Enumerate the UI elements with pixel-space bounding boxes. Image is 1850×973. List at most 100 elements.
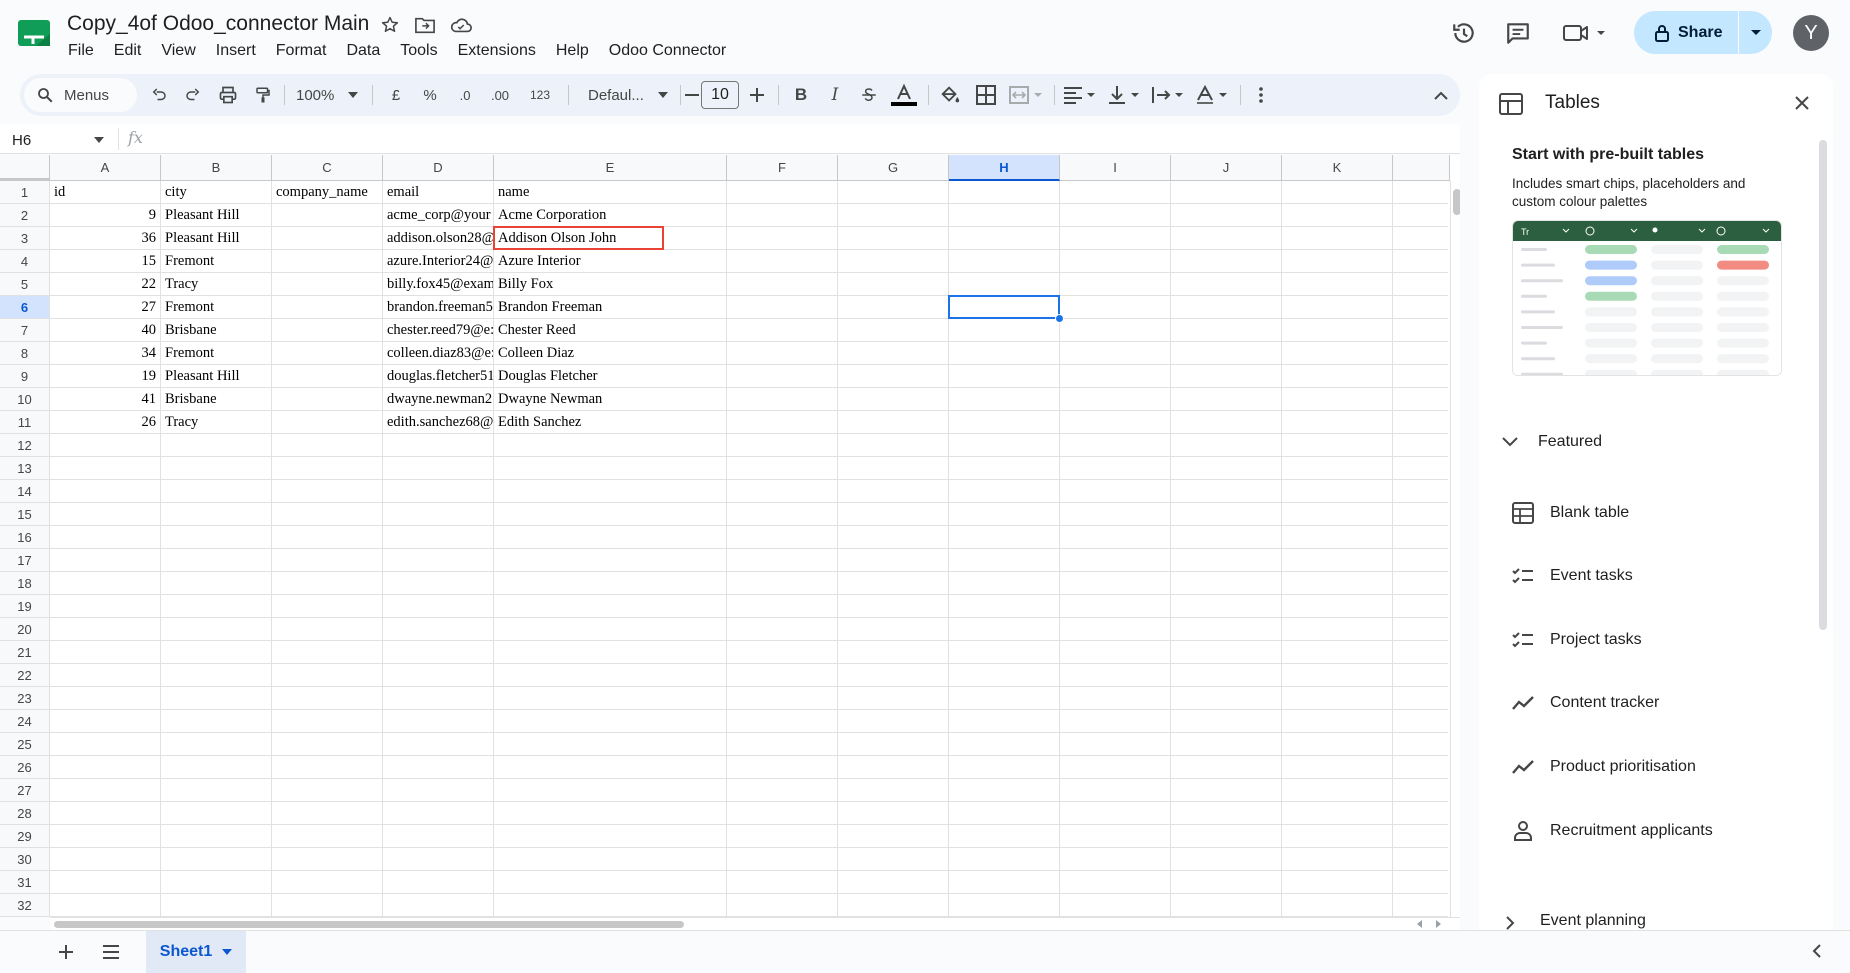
column-header-i[interactable]: I — [1060, 155, 1171, 181]
chevron-down-icon[interactable] — [1501, 436, 1519, 448]
template-blank-table[interactable]: Blank table — [1512, 498, 1629, 528]
fill-handle[interactable] — [1055, 314, 1064, 323]
row-header-18[interactable]: 18 — [0, 572, 50, 595]
zoom-select[interactable]: 100% — [288, 74, 360, 116]
vertical-scrollbar[interactable] — [1450, 181, 1460, 917]
row-header-23[interactable]: 23 — [0, 687, 50, 710]
merge-cells-icon[interactable] — [1006, 74, 1046, 116]
cell-d1[interactable]: email — [383, 181, 493, 203]
cell-a9[interactable]: 19 — [50, 365, 160, 387]
cell-e7[interactable]: Chester Reed — [494, 319, 727, 341]
strikethrough-icon[interactable] — [854, 74, 884, 116]
sheet-tab-sheet1[interactable]: Sheet1 — [146, 931, 246, 973]
cell-c9[interactable] — [272, 365, 382, 387]
comments-icon[interactable] — [1505, 20, 1531, 46]
cell-b1[interactable]: city — [161, 181, 271, 203]
cell-d3[interactable]: addison.olson28@ — [383, 227, 493, 249]
event-planning-section-toggle[interactable]: Event planning — [1540, 912, 1646, 930]
template-content-tracker[interactable]: Content tracker — [1512, 688, 1659, 718]
menu-format[interactable]: Format — [266, 40, 337, 62]
cell-d5[interactable]: billy.fox45@exam — [383, 273, 493, 295]
row-header-27[interactable]: 27 — [0, 779, 50, 802]
row-header-24[interactable]: 24 — [0, 710, 50, 733]
vertical-align-icon[interactable] — [1104, 74, 1144, 116]
cell-d2[interactable]: acme_corp@your — [383, 204, 493, 226]
row-header-17[interactable]: 17 — [0, 549, 50, 572]
horizontal-scrollbar[interactable] — [50, 917, 1460, 930]
scroll-left-icon[interactable] — [1416, 920, 1424, 928]
select-all-corner[interactable] — [0, 155, 50, 181]
decrease-decimal-button[interactable]: .0 — [450, 74, 480, 116]
menu-view[interactable]: View — [151, 40, 205, 62]
spreadsheet-grid[interactable]: ABCDEFGHIJK 1 2 3 4 5 6 7 8 9 10 11 12 13 14 15 16 17 18 1… — [0, 155, 1460, 917]
redo-icon[interactable] — [178, 74, 208, 116]
featured-section-toggle[interactable]: Featured — [1538, 433, 1602, 451]
cell-a2[interactable]: 9 — [50, 204, 160, 226]
cell-b2[interactable]: Pleasant Hill — [161, 204, 271, 226]
column-header-a[interactable]: A — [50, 155, 161, 181]
bold-icon[interactable]: B — [786, 74, 816, 116]
cell-a11[interactable]: 26 — [50, 411, 160, 433]
column-header-h[interactable]: H — [949, 155, 1060, 181]
cell-e8[interactable]: Colleen Diaz — [494, 342, 727, 364]
row-header-9[interactable]: 9 — [0, 365, 50, 388]
cell-b9[interactable]: Pleasant Hill — [161, 365, 271, 387]
side-panel-scrollbar[interactable] — [1819, 140, 1827, 630]
cell-c1[interactable]: company_name — [272, 181, 382, 203]
account-avatar[interactable]: Y — [1793, 15, 1829, 51]
cell-e2[interactable]: Acme Corporation — [494, 204, 727, 226]
cell-c7[interactable] — [272, 319, 382, 341]
menu-file[interactable]: File — [58, 40, 104, 62]
row-header-21[interactable]: 21 — [0, 641, 50, 664]
row-header-16[interactable]: 16 — [0, 526, 50, 549]
cell-a1[interactable]: id — [50, 181, 160, 203]
column-header-g[interactable]: G — [838, 155, 949, 181]
star-icon[interactable] — [380, 15, 400, 35]
move-folder-icon[interactable] — [414, 15, 436, 35]
menu-odoo-connector[interactable]: Odoo Connector — [599, 40, 736, 62]
document-title[interactable]: Copy_4of Odoo_connector Main — [67, 12, 369, 36]
cell-e4[interactable]: Azure Interior — [494, 250, 727, 272]
table-template-preview[interactable]: Tr — [1512, 220, 1782, 376]
collapse-toolbar-icon[interactable] — [1426, 74, 1456, 116]
template-event-tasks[interactable]: Event tasks — [1512, 561, 1633, 591]
menu-extensions[interactable]: Extensions — [448, 40, 546, 62]
row-header-29[interactable]: 29 — [0, 825, 50, 848]
cell-b7[interactable]: Brisbane — [161, 319, 271, 341]
menu-help[interactable]: Help — [546, 40, 599, 62]
cell-a6[interactable]: 27 — [50, 296, 160, 318]
cell-d9[interactable]: douglas.fletcher51 — [383, 365, 493, 387]
add-sheet-icon[interactable] — [58, 944, 74, 960]
increase-decimal-button[interactable]: .00 — [484, 74, 516, 116]
row-header-11[interactable]: 11 — [0, 411, 50, 434]
font-size-input[interactable]: 10 — [701, 81, 739, 109]
row-header-12[interactable]: 12 — [0, 434, 50, 457]
cell-e5[interactable]: Billy Fox — [494, 273, 727, 295]
vertical-scrollbar-thumb[interactable] — [1453, 189, 1460, 215]
share-button[interactable]: Share — [1634, 11, 1772, 54]
cell-a7[interactable]: 40 — [50, 319, 160, 341]
cell-c11[interactable] — [272, 411, 382, 433]
italic-icon[interactable]: I — [820, 74, 850, 116]
cell-c6[interactable] — [272, 296, 382, 318]
column-header-e[interactable]: E — [494, 155, 727, 181]
row-header-3[interactable]: 3 — [0, 227, 50, 250]
cell-b4[interactable]: Fremont — [161, 250, 271, 272]
increase-font-size-icon[interactable] — [744, 74, 770, 116]
cell-c3[interactable] — [272, 227, 382, 249]
more-options-icon[interactable] — [1246, 74, 1276, 116]
currency-format-button[interactable]: £ — [382, 74, 410, 116]
cell-c10[interactable] — [272, 388, 382, 410]
cell-d8[interactable]: colleen.diaz83@e: — [383, 342, 493, 364]
text-color-icon[interactable] — [888, 74, 920, 116]
row-header-30[interactable]: 30 — [0, 848, 50, 871]
paint-format-icon[interactable] — [248, 74, 278, 116]
chevron-left-icon[interactable] — [1812, 943, 1822, 959]
cell-a8[interactable]: 34 — [50, 342, 160, 364]
row-header-1[interactable]: 1 — [0, 181, 50, 204]
menu-data[interactable]: Data — [336, 40, 390, 62]
row-header-6[interactable]: 6 — [0, 296, 50, 319]
print-icon[interactable] — [213, 74, 243, 116]
cell-e9[interactable]: Douglas Fletcher — [494, 365, 727, 387]
row-header-8[interactable]: 8 — [0, 342, 50, 365]
